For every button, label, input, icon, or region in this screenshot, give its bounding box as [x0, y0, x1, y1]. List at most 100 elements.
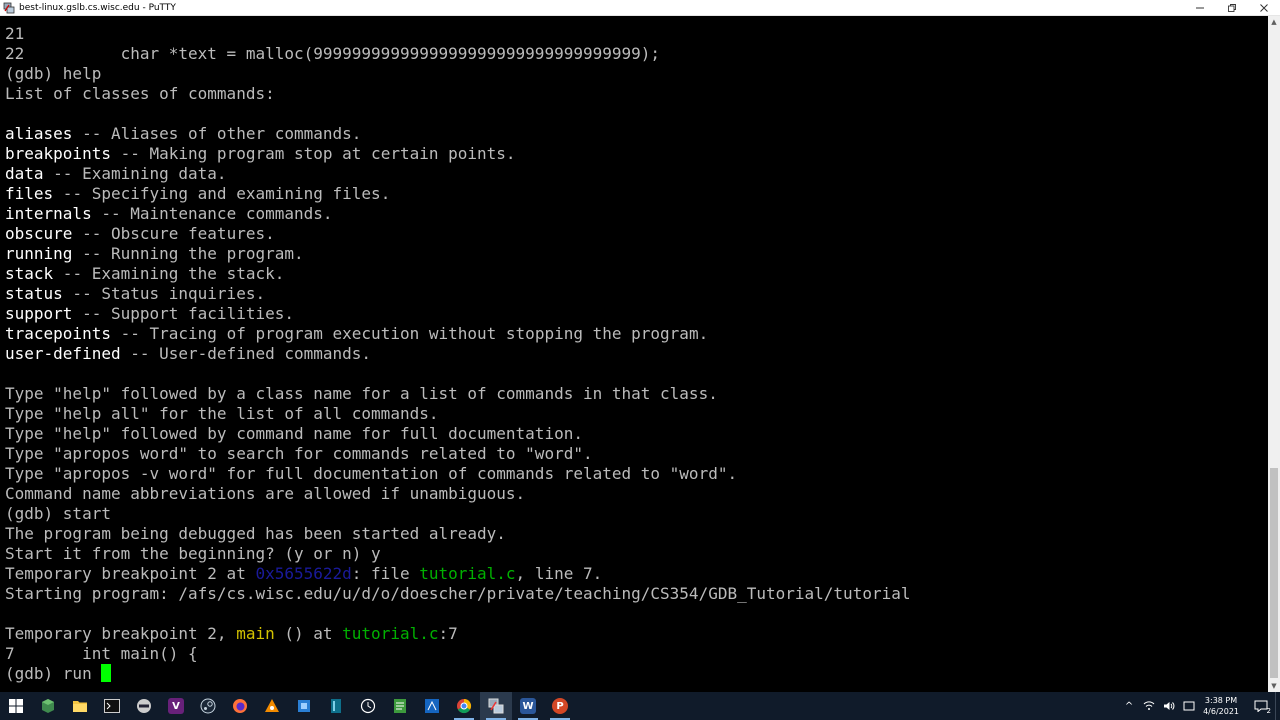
taskbar-terminal[interactable]: [96, 692, 128, 720]
taskbar-file-explorer[interactable]: [64, 692, 96, 720]
terminal-text: -- Obscure features.: [72, 224, 275, 243]
terminal-text: Start it from the beginning? (y or n) y: [5, 544, 381, 563]
terminal-cmd-text: support: [5, 304, 73, 323]
taskbar-firefox[interactable]: [224, 692, 256, 720]
notepad-icon: [394, 699, 406, 713]
taskbar-clock-app[interactable]: [352, 692, 384, 720]
scroll-up-arrow-icon[interactable]: ▲: [1268, 16, 1280, 28]
restore-button[interactable]: [1216, 0, 1248, 16]
terminal-icon: [104, 699, 120, 713]
terminal-addr-text: 0x5655622d: [255, 564, 352, 583]
terminal-cmd-text: stack: [5, 264, 54, 283]
terminal-text: Type "apropos word" to search for comman…: [5, 444, 593, 463]
chrome-icon: [457, 698, 472, 714]
taskbar-steam[interactable]: [192, 692, 224, 720]
minimize-button[interactable]: [1184, 0, 1216, 16]
app-orange-icon: [265, 699, 279, 712]
terminal-cmd-text: breakpoints: [5, 144, 111, 163]
ime-icon[interactable]: [1181, 692, 1197, 720]
terminal-text: -- Examining data.: [43, 164, 227, 183]
terminal-line: files -- Specifying and examining files.: [5, 184, 910, 204]
terminal-cmd-text: internals: [5, 204, 92, 223]
terminal-line: Command name abbreviations are allowed i…: [5, 484, 910, 504]
taskbar-chrome[interactable]: [448, 692, 480, 720]
terminal-line: 22 char *text = malloc(99999999999999999…: [5, 44, 910, 64]
terminal-func-text: main: [236, 624, 275, 643]
terminal-text: -- User-defined commands.: [120, 344, 372, 363]
close-button[interactable]: [1248, 0, 1280, 16]
terminal-line: Temporary breakpoint 2, main () at tutor…: [5, 624, 910, 644]
start-button[interactable]: [0, 692, 32, 720]
terminal-text: Type "help" followed by command name for…: [5, 424, 583, 443]
taskbar-app-orange[interactable]: [256, 692, 288, 720]
putty-icon: [3, 2, 15, 14]
terminal-text: Type "help" followed by a class name for…: [5, 384, 718, 403]
network-icon[interactable]: [1141, 692, 1157, 720]
terminal-line: 7 int main() {: [5, 644, 910, 664]
terminal-text: Starting program: /afs/cs.wisc.edu/u/d/o…: [5, 584, 911, 603]
terminal-text: Type "apropos -v word" for full document…: [5, 464, 738, 483]
terminal-cmd-text: aliases: [5, 124, 73, 143]
terminal-line: breakpoints -- Making program stop at ce…: [5, 144, 910, 164]
minimize-icon: [1196, 7, 1204, 9]
taskbar-app-teal[interactable]: [320, 692, 352, 720]
terminal-line: Type "help" followed by command name for…: [5, 424, 910, 444]
terminal-area[interactable]: 21 22 char *text = malloc(999999999999999…: [0, 16, 1268, 692]
terminal-line: tracepoints -- Tracing of program execut…: [5, 324, 910, 344]
terminal-line: (gdb) help: [5, 64, 910, 84]
show-desktop-button[interactable]: [1275, 692, 1280, 720]
terminal-file-text: tutorial.c: [342, 624, 439, 643]
terminal-line: status -- Status inquiries.: [5, 284, 910, 304]
terminal-text: Type "help all" for the list of all comm…: [5, 404, 439, 423]
terminal-text: (gdb) run: [5, 664, 102, 683]
terminal-file-text: tutorial.c: [419, 564, 516, 583]
terminal-text: () at: [274, 624, 343, 643]
terminal-line: user-defined -- User-defined commands.: [5, 344, 910, 364]
volume-icon[interactable]: [1161, 692, 1177, 720]
taskbar-vpn[interactable]: [128, 692, 160, 720]
taskbar-powerpoint[interactable]: P: [544, 692, 576, 720]
terminal-line: (gdb) run: [5, 664, 910, 684]
terminal-line: support -- Support facilities.: [5, 304, 910, 324]
taskbar-app-blue[interactable]: [288, 692, 320, 720]
word-icon: W: [520, 698, 536, 714]
terminal-line: data -- Examining data.: [5, 164, 910, 184]
terminal-text: -- Aliases of other commands.: [72, 124, 362, 143]
taskbar-app-cube[interactable]: [32, 692, 64, 720]
terminal-scrollbar[interactable]: ▲ ▼: [1268, 16, 1280, 692]
terminal-cmd-text: status: [5, 284, 63, 303]
chevron-up-icon[interactable]: ^: [1121, 692, 1137, 720]
terminal-text: The program being debugged has been star…: [5, 524, 506, 543]
scrollbar-thumb[interactable]: [1270, 468, 1278, 678]
terminal-text: -- Tracing of program execution without …: [110, 324, 709, 343]
scroll-down-arrow-icon[interactable]: ▼: [1268, 680, 1280, 692]
window-title: best-linux.gslb.cs.wisc.edu - PuTTY: [19, 2, 176, 13]
terminal-text: , line 7.: [515, 564, 603, 583]
powerpoint-icon: P: [552, 698, 568, 714]
terminal-text: -- Support facilities.: [72, 304, 294, 323]
taskbar-putty[interactable]: [480, 692, 512, 720]
restore-icon: [1228, 4, 1236, 12]
terminal-line: internals -- Maintenance commands.: [5, 204, 910, 224]
taskbar-notepad[interactable]: [384, 692, 416, 720]
terminal-line: Starting program: /afs/cs.wisc.edu/u/d/o…: [5, 584, 910, 604]
terminal-line: obscure -- Obscure features.: [5, 224, 910, 244]
visual-studio-icon: V: [168, 698, 184, 714]
terminal-cursor: [101, 664, 112, 682]
terminal-cmd-text: tracepoints: [5, 324, 111, 343]
taskbar-app-blue-square[interactable]: [416, 692, 448, 720]
file-explorer-icon: [73, 701, 87, 712]
terminal-line: Start it from the beginning? (y or n) y: [5, 544, 910, 564]
terminal-cmd-text: user-defined: [5, 344, 121, 363]
taskbar-clock[interactable]: 3:38 PM 4/6/2021: [1203, 695, 1239, 717]
notification-center-button[interactable]: 2: [1247, 692, 1275, 720]
terminal-line: Type "apropos word" to search for comman…: [5, 444, 910, 464]
terminal-text: 21: [5, 24, 25, 43]
close-icon: [1260, 4, 1268, 12]
taskbar-word[interactable]: W: [512, 692, 544, 720]
terminal-line: Type "help" followed by a class name for…: [5, 384, 910, 404]
taskbar-visual-studio[interactable]: V: [160, 692, 192, 720]
window-title-bar[interactable]: best-linux.gslb.cs.wisc.edu - PuTTY: [0, 0, 1280, 16]
terminal-cmd-text: obscure: [5, 224, 73, 243]
